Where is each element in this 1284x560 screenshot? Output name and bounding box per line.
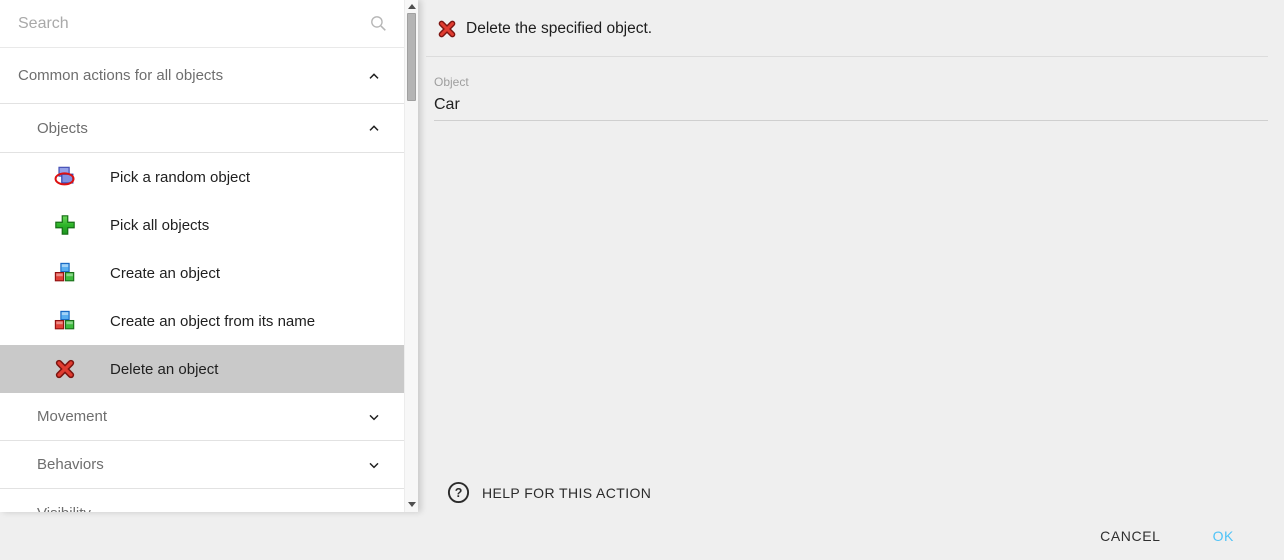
action-item-create-object[interactable]: Create an object: [0, 249, 404, 297]
scroll-down-arrow[interactable]: [405, 498, 418, 510]
action-item-label: Delete an object: [110, 361, 218, 378]
action-editor-panel: Delete the specified object. Object Car …: [418, 0, 1284, 512]
category-label: Common actions for all objects: [18, 67, 366, 84]
category-behaviors[interactable]: Behaviors: [0, 441, 404, 489]
object-field-label: Object: [434, 75, 1268, 89]
action-item-label: Create an object: [110, 265, 220, 282]
chevron-down-icon: [366, 409, 382, 425]
action-item-label: Pick all objects: [110, 217, 209, 234]
action-item-delete-object[interactable]: Delete an object: [0, 345, 404, 393]
action-item-create-object-from-name[interactable]: Create an object from its name: [0, 297, 404, 345]
category-objects[interactable]: Objects: [0, 104, 404, 153]
action-item-label: Pick a random object: [110, 169, 250, 186]
object-field-input[interactable]: Car: [434, 96, 1268, 121]
pick-random-object-icon: [54, 166, 76, 188]
category-common-actions[interactable]: Common actions for all objects: [0, 48, 404, 104]
search-icon: [369, 14, 388, 33]
action-editor-header: Delete the specified object.: [418, 0, 1284, 57]
actions-list: Common actions for all objects Objects P…: [0, 0, 404, 512]
help-button-label: HELP FOR THIS ACTION: [482, 485, 651, 501]
create-object-icon: [54, 310, 76, 332]
delete-cross-icon: [54, 358, 76, 380]
cancel-button[interactable]: CANCEL: [1092, 520, 1168, 552]
action-item-pick-all-objects[interactable]: Pick all objects: [0, 201, 404, 249]
object-field: Object Car: [434, 57, 1268, 121]
category-label: Movement: [37, 408, 366, 425]
category-visibility[interactable]: Visibility: [0, 489, 404, 512]
category-label: Visibility: [37, 505, 404, 513]
category-movement[interactable]: Movement: [0, 393, 404, 441]
action-description: Delete the specified object.: [466, 20, 652, 38]
actions-sidebar: Common actions for all objects Objects P…: [0, 0, 418, 512]
pick-all-objects-icon: [54, 214, 76, 236]
create-object-icon: [54, 262, 76, 284]
chevron-down-icon: [366, 457, 382, 473]
dialog-footer: CANCEL OK: [0, 512, 1284, 560]
help-circle-icon: ?: [447, 481, 470, 504]
help-for-action-button[interactable]: ? HELP FOR THIS ACTION: [447, 481, 651, 504]
chevron-up-icon: [366, 68, 382, 84]
scroll-up-arrow[interactable]: [405, 0, 418, 12]
svg-text:?: ?: [455, 486, 463, 500]
ok-button[interactable]: OK: [1205, 520, 1242, 552]
search-input[interactable]: [18, 15, 369, 33]
category-label: Behaviors: [37, 456, 366, 473]
scrollbar-thumb[interactable]: [407, 13, 416, 101]
category-label: Objects: [37, 120, 366, 137]
sidebar-scrollbar[interactable]: [404, 0, 418, 512]
action-item-label: Create an object from its name: [110, 313, 315, 330]
action-item-pick-random-object[interactable]: Pick a random object: [0, 153, 404, 201]
search-bar[interactable]: [0, 0, 404, 48]
chevron-up-icon: [366, 120, 382, 136]
delete-cross-icon: [437, 19, 457, 39]
